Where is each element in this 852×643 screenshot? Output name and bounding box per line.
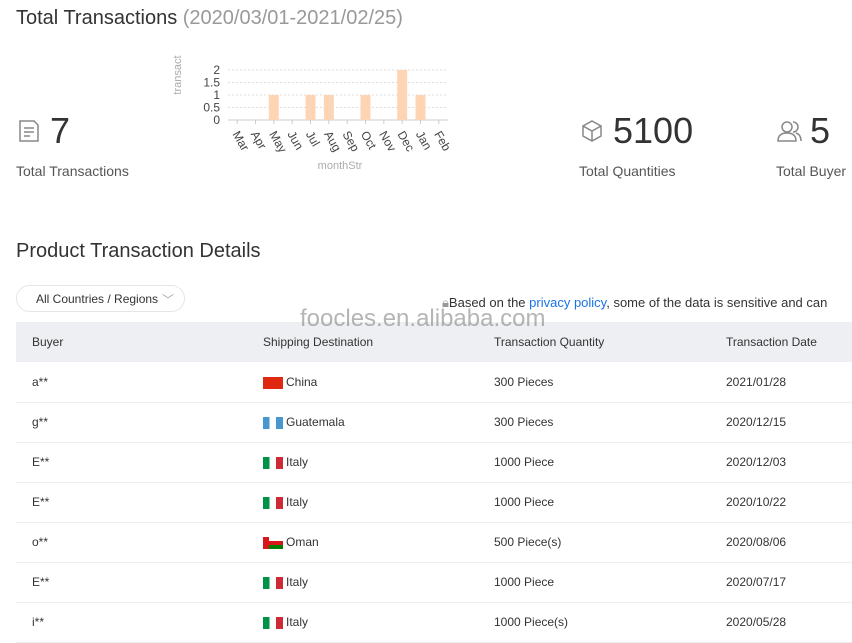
destination: Italy (247, 442, 478, 483)
stat-total-transactions: 7 (16, 110, 70, 152)
date: 2020/10/22 (710, 482, 852, 523)
page-title: Total Transactions (2020/03/01-2021/02/2… (16, 7, 403, 30)
stat-total-buyer: 5 (776, 110, 830, 152)
x-tick-label: Nov (376, 129, 399, 154)
y-tick-label: 2 (213, 63, 220, 77)
y-tick-label: 0.5 (203, 101, 220, 115)
bar (397, 70, 408, 120)
x-tick-label: Apr (248, 129, 269, 152)
box-icon (582, 120, 602, 142)
quantity: 300 Pieces (478, 362, 710, 403)
y-tick-label: 1 (213, 88, 220, 102)
date: 2021/01/28 (710, 362, 852, 403)
quantity: 500 Piece(s) (478, 522, 710, 563)
country: Oman (286, 535, 319, 549)
country: Guatemala (286, 415, 345, 429)
buyer: E** (16, 562, 247, 603)
flag-icon (263, 376, 283, 389)
date: 2020/07/17 (710, 562, 852, 603)
bar (360, 95, 371, 120)
country-filter-dropdown[interactable]: All Countries / Regions ﹀ (16, 285, 185, 312)
column-header: Buyer (16, 322, 247, 362)
table-row: E** Italy 1000 Piece 2020/10/22 (16, 482, 852, 523)
x-tick-label: Aug (321, 129, 344, 154)
document-icon (19, 120, 39, 142)
chevron-down-icon: ﹀ (161, 293, 174, 307)
section-title: Product Transaction Details (16, 240, 261, 262)
column-header: Transaction Date (710, 322, 852, 362)
date-range: (2020/03/01-2021/02/25) (182, 7, 403, 29)
stat-value: 5100 (613, 110, 694, 151)
table-row: a** China 300 Pieces 2021/01/28 (16, 362, 852, 403)
x-tick-label: Dec (395, 129, 418, 154)
stat-value: 7 (50, 110, 71, 151)
quantity: 1000 Piece (478, 482, 710, 523)
x-tick-label: May (266, 129, 289, 156)
bar (268, 95, 279, 120)
bar (415, 95, 426, 120)
quantity: 1000 Piece(s) (478, 602, 710, 643)
notice-text: , some of the data is sensitive and can (606, 295, 828, 310)
flag-icon (263, 416, 283, 429)
stat-label: Total Transactions (16, 163, 129, 179)
transactions-table: Buyer Shipping Destination Transaction Q… (16, 322, 852, 643)
users-icon (777, 121, 802, 142)
x-tick-label: Jan (413, 129, 435, 153)
y-tick-label: 0 (213, 113, 220, 127)
x-tick-label: Mar (230, 129, 252, 154)
table-row: E** Italy 1000 Piece 2020/07/17 (16, 562, 852, 603)
stat-value: 5 (810, 110, 831, 151)
buyer: o** (16, 522, 247, 563)
destination: Italy (247, 602, 478, 643)
x-tick-label: Feb (431, 129, 454, 154)
buyer: a** (16, 362, 247, 403)
date: 2020/12/15 (710, 402, 852, 443)
flag-icon (263, 616, 283, 629)
quantity: 1000 Piece (478, 562, 710, 603)
country: Italy (286, 495, 309, 509)
flag-icon (263, 456, 283, 469)
x-axis-label: monthStr (318, 160, 363, 172)
buyer: i** (16, 602, 247, 643)
table-row: i** Italy 1000 Piece(s) 2020/05/28 (16, 602, 852, 643)
destination: Italy (247, 482, 478, 523)
destination: China (247, 362, 478, 403)
destination: Oman (247, 522, 478, 563)
y-tick-label: 1.5 (203, 76, 220, 90)
buyer: g** (16, 402, 247, 443)
stat-total-quantities: 5100 (579, 110, 693, 152)
x-tick-label: Sep (340, 129, 363, 155)
buyer: E** (16, 442, 247, 483)
country: Italy (286, 575, 309, 589)
buyer: E** (16, 482, 247, 523)
x-tick-label: Oct (358, 129, 380, 153)
transactions-chart: 00.511.52MarAprMayJunJulAugSepOctNovDecJ… (172, 55, 454, 172)
watermark: foocles.en.alibaba.com (300, 305, 546, 332)
table-row: E** Italy 1000 Piece 2020/12/03 (16, 442, 852, 483)
stat-label: Total Buyer (776, 163, 847, 179)
bar (323, 95, 334, 120)
table-row: o** Oman 500 Piece(s) 2020/08/06 (16, 522, 852, 563)
filter-label: All Countries / Regions (36, 292, 159, 306)
date: 2020/05/28 (710, 602, 852, 643)
country: Italy (286, 455, 309, 469)
date: 2020/08/06 (710, 522, 852, 563)
flag-icon (263, 496, 283, 509)
destination: Italy (247, 562, 478, 603)
bar (305, 95, 316, 120)
title-text: Total Transactions (16, 7, 178, 29)
country: China (286, 374, 318, 389)
country: Italy (286, 615, 309, 629)
flag-icon (263, 576, 283, 589)
stat-label: Total Quantities (579, 163, 676, 179)
flag-icon (263, 536, 283, 549)
quantity: 300 Pieces (478, 402, 710, 443)
y-axis-label: transact (172, 55, 184, 94)
quantity: 1000 Piece (478, 442, 710, 483)
destination: Guatemala (247, 402, 478, 443)
date: 2020/12/03 (710, 442, 852, 483)
table-row: g** Guatemala 300 Pieces 2020/12/15 (16, 402, 852, 443)
x-tick-label: Jul (303, 129, 323, 149)
